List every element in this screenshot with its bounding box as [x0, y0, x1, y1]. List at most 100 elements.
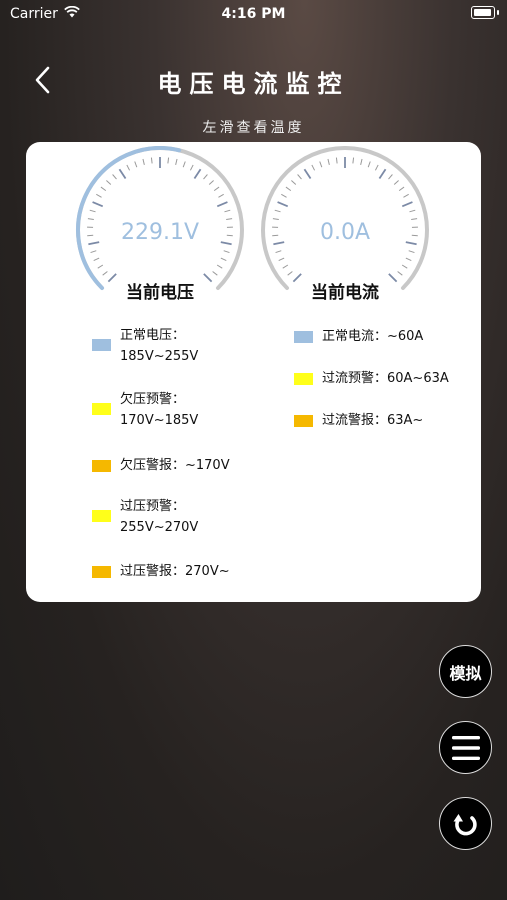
gauge-minor-tick: [96, 193, 102, 198]
gauge-minor-tick: [102, 271, 108, 276]
legend-text: 过压警报：270V~: [120, 564, 230, 579]
gauge-major-tick: [303, 168, 312, 179]
legend-overcurrent-alarm: 过流警报：63A~: [294, 410, 423, 431]
battery-icon: [471, 6, 499, 19]
gauge-minor-tick: [401, 264, 408, 269]
refresh-button[interactable]: [439, 797, 492, 850]
gauge-minor-tick: [182, 161, 186, 168]
menu-button[interactable]: [439, 721, 492, 774]
gauge-minor-tick: [285, 186, 292, 192]
gauge-minor-tick: [216, 264, 223, 269]
simulate-button[interactable]: 模拟: [439, 645, 492, 698]
legend-swatch: [92, 403, 111, 415]
voltage-value: 229.1V: [120, 220, 200, 245]
gauge-minor-tick: [220, 257, 227, 262]
gauge-minor-tick: [297, 174, 302, 180]
legend-text: 欠压预警：: [120, 392, 186, 407]
legend-swatch: [294, 415, 313, 427]
gauge-minor-tick: [223, 250, 230, 254]
legend-swatch: [92, 339, 111, 351]
gauge-minor-tick: [352, 157, 355, 164]
gauge-minor-tick: [405, 257, 412, 262]
gauge-minor-tick: [319, 161, 323, 168]
gauge-minor-tick: [112, 174, 117, 180]
legend-overcurrent-warning: 过流预警：60A~63A: [294, 368, 449, 389]
gauge-minor-tick: [134, 161, 138, 168]
gauge-minor-tick: [278, 257, 285, 262]
status-bar: Carrier 4:16 PM: [0, 0, 507, 28]
gauge-major-tick: [378, 168, 387, 179]
gauge-minor-tick: [89, 209, 96, 213]
gauge-minor-tick: [93, 257, 100, 262]
legend-undervoltage-alarm: 欠压警报：~170V: [92, 455, 230, 476]
nav-bar: 电压电流监控: [0, 52, 507, 112]
legend-range: 185V~255V: [120, 349, 199, 364]
gauge-minor-tick: [224, 209, 231, 213]
gauge-minor-tick: [189, 164, 194, 171]
legend-text: 过流预警：60A~63A: [322, 371, 449, 386]
gauge-minor-tick: [275, 250, 282, 254]
legend-swatch: [92, 460, 111, 472]
gauge-minor-tick: [167, 157, 170, 164]
legend-undervoltage-warning: 欠压预警： 170V~185V: [92, 389, 198, 431]
legend-swatch: [92, 566, 111, 578]
gauge-minor-tick: [142, 158, 145, 165]
gauge-minor-tick: [367, 161, 371, 168]
voltage-label: 当前电压: [126, 283, 194, 303]
gauge-minor-tick: [90, 250, 97, 254]
simulate-label: 模拟: [449, 663, 482, 683]
refresh-icon: [453, 813, 477, 835]
gauge-minor-tick: [282, 264, 289, 269]
gauge-minor-tick: [212, 271, 218, 276]
gauge-minor-tick: [218, 193, 224, 198]
gauge-minor-tick: [327, 158, 330, 165]
page-title: 电压电流监控: [157, 70, 350, 98]
gauge-minor-tick: [388, 174, 393, 180]
gauge-major-tick: [401, 201, 413, 208]
legend-normal-voltage: 正常电压： 185V~255V: [92, 325, 198, 367]
gauge-track: [261, 146, 429, 290]
swipe-hint: 左滑查看温度: [202, 120, 305, 136]
legend-swatch: [92, 510, 111, 522]
current-gauge: 0.0A 当前电流: [259, 146, 431, 303]
gauge-minor-tick: [393, 180, 399, 185]
gauge-minor-tick: [274, 209, 281, 213]
gauge-minor-tick: [408, 250, 415, 254]
gauge-minor-tick: [203, 174, 208, 180]
gauge-minor-tick: [106, 180, 112, 185]
gauge-minor-tick: [398, 186, 405, 192]
legend-swatch: [294, 373, 313, 385]
gauge-major-tick: [216, 201, 228, 208]
legend-swatch: [294, 331, 313, 343]
gauge-major-tick: [277, 201, 289, 208]
gauge-major-tick: [193, 168, 202, 179]
legend-range: 170V~185V: [120, 413, 199, 428]
gauge-minor-tick: [311, 164, 316, 171]
gauge-minor-tick: [287, 271, 293, 276]
gauge-minor-tick: [291, 180, 297, 185]
gauge-minor-tick: [100, 186, 107, 192]
gauge-minor-tick: [150, 157, 153, 164]
gauge-minor-tick: [409, 209, 416, 213]
legend-text: 正常电压：: [120, 328, 186, 343]
legend-range: 255V~270V: [120, 520, 199, 535]
legend-text: 过压预警：: [120, 499, 186, 514]
voltage-gauge: 229.1V 当前电压: [74, 146, 246, 303]
clock: 4:16 PM: [221, 6, 286, 22]
gauge-minor-tick: [97, 264, 104, 269]
legend-normal-current: 正常电流：~60A: [294, 326, 423, 347]
legend-text: 欠压警报：~170V: [120, 458, 230, 473]
gauge-minor-tick: [397, 271, 403, 276]
current-label: 当前电流: [311, 283, 379, 303]
gauge-minor-tick: [281, 193, 287, 198]
current-value: 0.0A: [319, 220, 371, 245]
legend-overvoltage-alarm: 过压警报：270V~: [92, 561, 230, 582]
gauge-major-tick: [92, 201, 104, 208]
gauge-minor-tick: [335, 157, 338, 164]
legend-overvoltage-warning: 过压预警： 255V~270V: [92, 496, 198, 538]
monitor-card: 229.1V 当前电压 0.0A 当前电流 正常电压： 185V~255V 欠压预…: [26, 142, 481, 602]
legend-text: 过流警报：63A~: [322, 413, 424, 428]
gauge-major-tick: [118, 168, 127, 179]
gauge-minor-tick: [175, 158, 178, 165]
gauge-minor-tick: [208, 180, 214, 185]
